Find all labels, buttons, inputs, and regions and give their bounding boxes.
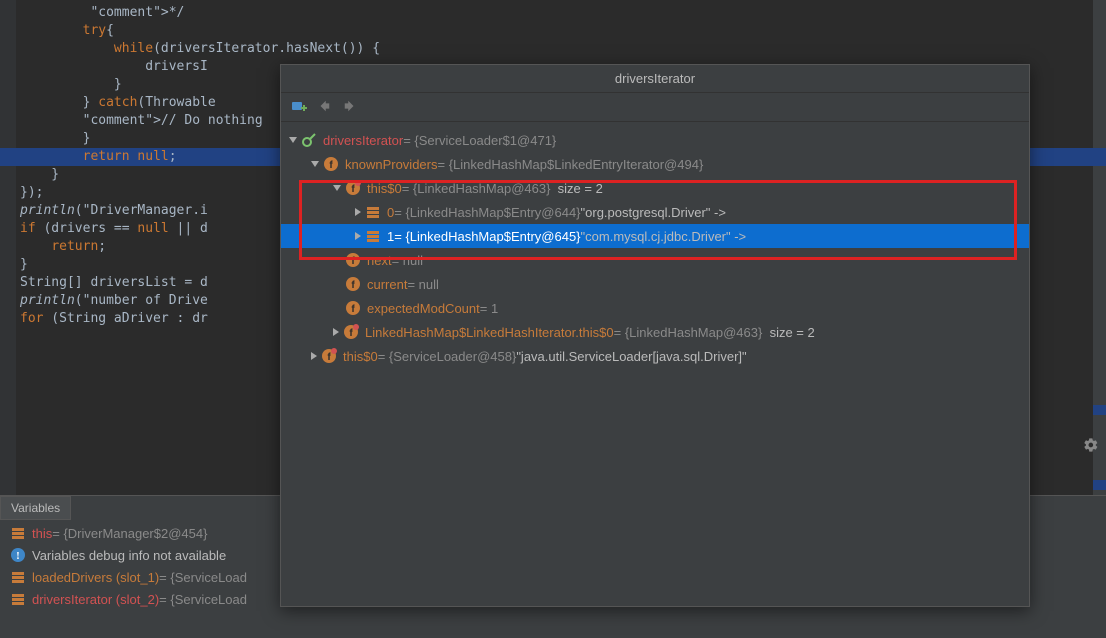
evaluate-popup: driversIterator driversIterator = {Servi…	[280, 64, 1030, 607]
expand-arrow-icon[interactable]	[333, 256, 341, 264]
expand-arrow-icon[interactable]	[355, 232, 361, 240]
tree-row[interactable]: f this$0 = {LinkedHashMap@463} size = 2	[281, 176, 1029, 200]
tree-row[interactable]: fnext = null	[281, 248, 1029, 272]
tree-node-label: next	[367, 253, 392, 268]
tree-node-value: = {LinkedHashMap@463}	[614, 325, 763, 340]
variable-value: = {ServiceLoad	[159, 592, 247, 607]
variable-value: = {ServiceLoad	[159, 570, 247, 585]
tree-node-label: driversIterator	[323, 133, 403, 148]
tree-row[interactable]: f knownProviders = {LinkedHashMap$LinkedE…	[281, 152, 1029, 176]
expand-arrow-icon[interactable]	[333, 280, 341, 288]
debug-tree[interactable]: driversIterator = {ServiceLoader$1@471}f…	[281, 122, 1029, 374]
tree-node-label: 0	[387, 205, 394, 220]
expand-arrow-icon[interactable]	[333, 304, 341, 312]
tree-node-label: LinkedHashMap$LinkedHashIterator.this$0	[365, 325, 614, 340]
tree-row[interactable]: driversIterator = {ServiceLoader$1@471}	[281, 128, 1029, 152]
tree-row[interactable]: f expectedModCount = 1	[281, 296, 1029, 320]
field-icon: f	[345, 276, 361, 292]
entry-icon	[10, 569, 26, 585]
expand-arrow-icon[interactable]	[311, 161, 319, 167]
tree-node-value: = {LinkedHashMap$Entry@645}	[394, 229, 580, 244]
popup-toolbar	[281, 93, 1029, 122]
tree-node-value: = 1	[480, 301, 498, 316]
expand-arrow-icon[interactable]	[311, 352, 317, 360]
popup-title: driversIterator	[281, 65, 1029, 93]
tree-node-value: = null	[392, 253, 423, 268]
variable-info-text: Variables debug info not available	[32, 548, 226, 563]
back-arrow-icon[interactable]	[317, 99, 333, 115]
variables-panel-title[interactable]: Variables	[0, 496, 71, 520]
tree-node-value: = {LinkedHashMap$Entry@644}	[394, 205, 580, 220]
tree-row[interactable]: 1 = {LinkedHashMap$Entry@645} "com.mysql…	[281, 224, 1029, 248]
svg-text:!: !	[16, 550, 20, 562]
tree-row[interactable]: 0 = {LinkedHashMap$Entry@644} "org.postg…	[281, 200, 1029, 224]
tree-row[interactable]: f this$0 = {ServiceLoader@458} "java.util…	[281, 344, 1029, 368]
settings-gear-icon[interactable]	[1076, 430, 1106, 460]
entry-icon	[365, 228, 381, 244]
fieldp-icon: f	[321, 348, 337, 364]
tree-node-label: this$0	[367, 181, 402, 196]
fieldp-icon: f	[345, 180, 361, 196]
tree-node-label: knownProviders	[345, 157, 438, 172]
variable-label: driversIterator (slot_2)	[32, 592, 159, 607]
code-line: while(driversIterator.hasNext()) {	[20, 40, 1106, 58]
watch-icon	[301, 132, 317, 148]
variable-value: = {DriverManager$2@454}	[52, 526, 207, 541]
tree-node-value: = null	[407, 277, 438, 292]
entry-icon	[10, 525, 26, 541]
tree-node-value: = {ServiceLoader$1@471}	[403, 133, 556, 148]
tree-node-label: current	[367, 277, 407, 292]
tree-row[interactable]: f current = null	[281, 272, 1029, 296]
expand-arrow-icon[interactable]	[333, 185, 341, 191]
tree-node-size: size = 2	[770, 325, 815, 340]
tree-node-label: 1	[387, 229, 394, 244]
tree-node-label: expectedModCount	[367, 301, 480, 316]
code-line: try{	[20, 22, 1106, 40]
expand-arrow-icon[interactable]	[355, 208, 361, 216]
tree-node-string: "com.mysql.cj.jdbc.Driver" ->	[581, 229, 747, 244]
tree-node-size: size = 2	[558, 181, 603, 196]
tree-node-value: = {ServiceLoader@458}	[378, 349, 517, 364]
variable-label: loadedDrivers (slot_1)	[32, 570, 159, 585]
field-icon: f	[345, 300, 361, 316]
tree-node-value: = {LinkedHashMap@463}	[402, 181, 551, 196]
expand-arrow-icon[interactable]	[333, 328, 339, 336]
field-icon: f	[345, 252, 361, 268]
forward-arrow-icon[interactable]	[343, 99, 359, 115]
variable-label: this	[32, 526, 52, 541]
code-line: "comment">*/	[20, 4, 1106, 22]
tree-node-label: this$0	[343, 349, 378, 364]
expand-arrow-icon[interactable]	[289, 137, 297, 143]
tree-node-string: "java.util.ServiceLoader[java.sql.Driver…	[516, 349, 746, 364]
new-watch-icon[interactable]	[291, 99, 307, 115]
fieldp-icon: f	[343, 324, 359, 340]
tree-node-string: "org.postgresql.Driver" ->	[581, 205, 726, 220]
entry-icon	[365, 204, 381, 220]
field-icon: f	[323, 156, 339, 172]
tree-row[interactable]: f LinkedHashMap$LinkedHashIterator.this$0…	[281, 320, 1029, 344]
entry-icon	[10, 591, 26, 607]
tree-node-value: = {LinkedHashMap$LinkedEntryIterator@494…	[438, 157, 704, 172]
info-icon: !	[10, 547, 26, 563]
